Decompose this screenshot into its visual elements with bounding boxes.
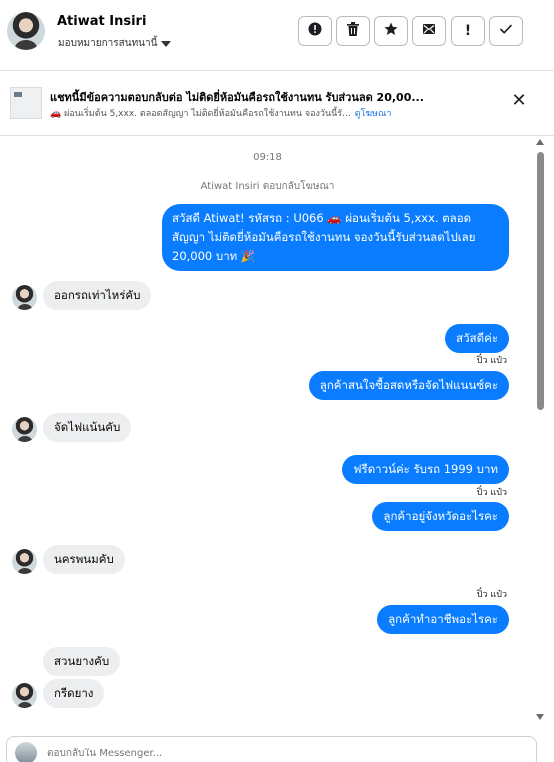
message-thread[interactable]: 09:18 Atiwat Insiri ตอบกลับโฆษณา สวัสดี … <box>0 136 554 730</box>
contact-name[interactable]: Atiwat Insiri <box>57 14 146 29</box>
ad-reply-banner[interactable]: แชทนี้มีข้อความตอบกลับต่อ ไม่ติดยี่ห้อมั… <box>0 71 554 135</box>
message-incoming[interactable]: จัดไฟแน้นคับ <box>43 413 132 442</box>
message-incoming[interactable]: นครพนมคับ <box>43 545 125 574</box>
check-icon <box>499 23 513 39</box>
exclamation-icon: ! <box>464 23 472 39</box>
star-button[interactable] <box>374 16 408 46</box>
delete-button[interactable] <box>336 16 370 46</box>
message-incoming[interactable]: สวนยางคับ <box>43 647 121 676</box>
avatar <box>12 285 37 310</box>
scroll-down-arrow-icon[interactable] <box>536 714 544 720</box>
timestamp: 09:18 <box>253 152 282 163</box>
message-outgoing[interactable]: สวัสดี Atiwat! รหัสรถ : U066 🚗 ผ่อนเริ่ม… <box>162 204 509 271</box>
avatar <box>12 549 37 574</box>
caret-down-icon <box>161 40 172 47</box>
seen-by: ปิ๋ว แป๋ว <box>476 590 507 600</box>
close-icon[interactable]: ✕ <box>509 91 529 111</box>
message-outgoing[interactable]: สวัสดีค่ะ <box>445 324 509 353</box>
ad-reply-note: Atiwat Insiri ตอบกลับโฆษณา <box>200 181 335 192</box>
ad-title: แชทนี้มีข้อความตอบกลับต่อ ไม่ติดยี่ห้อมั… <box>50 91 424 104</box>
scrollbar-thumb[interactable] <box>537 152 544 410</box>
mark-unread-button[interactable] <box>412 16 446 46</box>
trash-icon <box>347 22 359 40</box>
follow-up-button[interactable]: ! <box>451 16 485 46</box>
message-outgoing[interactable]: ฟรีดาวน์ค่ะ รับรถ 1999 บาท <box>342 455 509 484</box>
message-outgoing[interactable]: ลูกค้าสนใจซื้อสดหรือจัดไฟแนนซ์คะ <box>308 371 509 400</box>
message-outgoing[interactable]: ลูกค้าทำอาชีพอะไรคะ <box>377 605 509 634</box>
done-button[interactable] <box>489 16 523 46</box>
message-incoming[interactable]: ออกรถเท่าไหร่คับ <box>43 281 152 310</box>
avatar <box>12 417 37 442</box>
assign-dropdown[interactable]: มอบหมายการสนทนานี้ <box>58 36 172 51</box>
message-outgoing[interactable]: ลูกค้าอยู่จังหวัดอะไรคะ <box>372 502 509 531</box>
seen-by: ปิ๋ว แป๋ว <box>476 488 507 498</box>
view-ad-link[interactable]: ดูโฆษณา <box>355 106 392 120</box>
star-icon <box>384 22 398 40</box>
ad-subtitle: 🚗 ผ่อนเริ่มต้น 5,xxx. ตลอดสัญญา ไม่ติดยี… <box>50 106 391 120</box>
alert-circle-icon <box>308 22 322 40</box>
spam-button[interactable] <box>298 16 332 46</box>
assign-label: มอบหมายการสนทนานี้ <box>58 38 158 49</box>
reply-input[interactable] <box>47 748 347 759</box>
avatar <box>12 683 37 708</box>
seen-by: ปิ๋ว แป๋ว <box>476 356 507 366</box>
message-incoming[interactable]: กรีดยาง <box>43 679 105 708</box>
avatar[interactable] <box>7 12 45 50</box>
ad-subtitle-text: 🚗 ผ่อนเริ่มต้น 5,xxx. ตลอดสัญญา ไม่ติดยี… <box>50 109 351 119</box>
reply-composer[interactable] <box>6 736 537 762</box>
ad-thumbnail[interactable] <box>10 87 42 119</box>
conversation-header: Atiwat Insiri มอบหมายการสนทนานี้ ! <box>0 0 554 70</box>
envelope-icon <box>422 22 436 40</box>
avatar <box>15 742 37 762</box>
scroll-up-arrow-icon[interactable] <box>536 139 544 145</box>
